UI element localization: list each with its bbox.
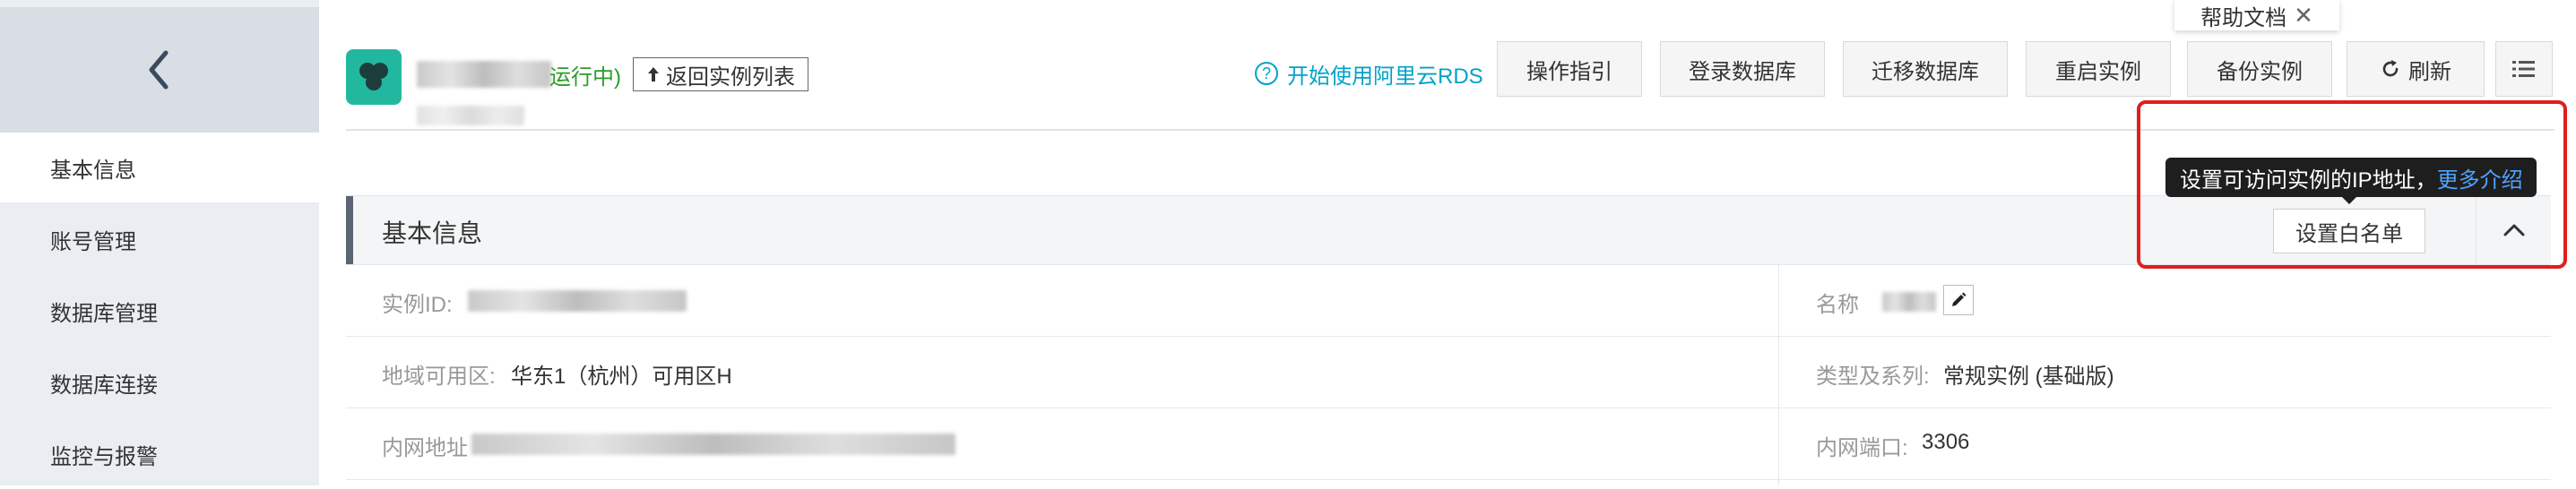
sidebar-item-label: 数据库管理 bbox=[50, 301, 158, 326]
info-row-region: 地域可用区: 华东1（杭州）可用区H 类型及系列: 常规实例 (基础版) bbox=[346, 337, 2551, 408]
sidebar-item-basic-info[interactable]: 基本信息 bbox=[0, 133, 319, 202]
migrate-db-label: 迁移数据库 bbox=[1871, 59, 1979, 84]
instance-name-redacted bbox=[417, 61, 551, 88]
section-accent-bar bbox=[346, 196, 353, 264]
guide-label: 操作指引 bbox=[1526, 59, 1612, 84]
restart-label: 重启实例 bbox=[2055, 59, 2141, 84]
intranet-address-label: 内网地址 bbox=[382, 436, 468, 460]
info-row-instance-id: 实例ID: 名称 bbox=[346, 265, 2551, 337]
pencil-icon bbox=[1952, 292, 1967, 306]
restart-instance-button[interactable]: 重启实例 bbox=[2026, 41, 2171, 97]
upload-arrow-icon bbox=[648, 67, 659, 82]
intranet-port-value: 3306 bbox=[1922, 430, 1970, 454]
question-circle-icon: ? bbox=[1255, 62, 1278, 85]
refresh-icon bbox=[2382, 60, 2399, 77]
login-db-button[interactable]: 登录数据库 bbox=[1660, 41, 1825, 97]
name-label: 名称 bbox=[1816, 293, 1859, 317]
column-divider bbox=[1778, 265, 1779, 485]
refresh-button[interactable]: 刷新 bbox=[2347, 41, 2485, 97]
start-link-label: 开始使用阿里云RDS bbox=[1287, 64, 1483, 89]
region-label: 地域可用区: bbox=[382, 365, 496, 389]
login-db-label: 登录数据库 bbox=[1689, 59, 1796, 84]
intranet-address-redacted bbox=[471, 433, 955, 455]
back-to-list-label: 返回实例列表 bbox=[666, 64, 795, 90]
refresh-label: 刷新 bbox=[2408, 59, 2451, 84]
sidebar-item-db-connection[interactable]: 数据库连接 bbox=[0, 347, 319, 417]
sidebar: 基本信息 账号管理 数据库管理 数据库连接 监控与报警 bbox=[0, 0, 319, 485]
backup-label: 备份实例 bbox=[2217, 59, 2303, 84]
chevron-up-icon bbox=[2503, 224, 2524, 236]
region-value: 华东1（杭州）可用区H bbox=[511, 365, 732, 389]
sidebar-item-label: 监控与报警 bbox=[50, 444, 158, 469]
help-doc-tab[interactable]: 帮助文档 ✕ bbox=[2174, 0, 2339, 30]
list-view-button[interactable] bbox=[2495, 41, 2553, 97]
instance-subtitle-redacted bbox=[417, 106, 524, 125]
instance-logo-icon bbox=[346, 49, 402, 105]
back-to-list-button[interactable]: 返回实例列表 bbox=[633, 57, 808, 91]
instance-id-label: 实例ID: bbox=[382, 293, 453, 317]
sidebar-item-monitoring[interactable]: 监控与报警 bbox=[0, 419, 319, 489]
list-icon bbox=[2512, 61, 2535, 77]
more-info-link[interactable]: 更多介绍 bbox=[2437, 162, 2523, 193]
sidebar-item-label: 账号管理 bbox=[50, 229, 136, 254]
chevron-left-icon bbox=[149, 50, 169, 90]
edit-name-button[interactable] bbox=[1943, 285, 1974, 315]
intranet-port-label: 内网端口: bbox=[1816, 436, 1908, 460]
sidebar-item-databases[interactable]: 数据库管理 bbox=[0, 276, 319, 346]
backup-instance-button[interactable]: 备份实例 bbox=[2187, 41, 2332, 97]
info-row-intranet: 内网地址 内网端口: 3306 bbox=[346, 408, 2551, 480]
close-icon[interactable]: ✕ bbox=[2294, 2, 2313, 30]
set-whitelist-button[interactable]: 设置白名单 bbox=[2273, 209, 2425, 253]
tooltip-arrow bbox=[2341, 196, 2357, 204]
sidebar-item-label: 基本信息 bbox=[50, 158, 136, 183]
sidebar-item-label: 数据库连接 bbox=[50, 373, 158, 398]
type-value: 常规实例 (基础版) bbox=[1943, 365, 2114, 389]
guide-button[interactable]: 操作指引 bbox=[1497, 41, 1642, 97]
back-button[interactable] bbox=[0, 7, 319, 133]
migrate-db-button[interactable]: 迁移数据库 bbox=[1843, 41, 2008, 97]
header-divider bbox=[346, 129, 2554, 131]
instance-status: 运行中) bbox=[549, 65, 621, 90]
whitelist-tooltip: 设置可访问实例的IP地址， 更多介绍 bbox=[2165, 158, 2537, 197]
section-header: 基本信息 bbox=[346, 195, 2551, 265]
instance-id-redacted bbox=[468, 290, 687, 312]
sidebar-item-accounts[interactable]: 账号管理 bbox=[0, 204, 319, 274]
set-whitelist-label: 设置白名单 bbox=[2295, 221, 2403, 246]
collapse-section-button[interactable] bbox=[2476, 195, 2551, 265]
start-using-rds-link[interactable]: ? 开始使用阿里云RDS bbox=[1255, 57, 1483, 90]
type-label: 类型及系列: bbox=[1816, 365, 1930, 389]
tooltip-text: 设置可访问实例的IP地址， bbox=[2180, 167, 2437, 193]
section-title: 基本信息 bbox=[382, 219, 483, 247]
name-value-redacted bbox=[1882, 292, 1936, 312]
help-doc-label: 帮助文档 bbox=[2200, 5, 2287, 30]
